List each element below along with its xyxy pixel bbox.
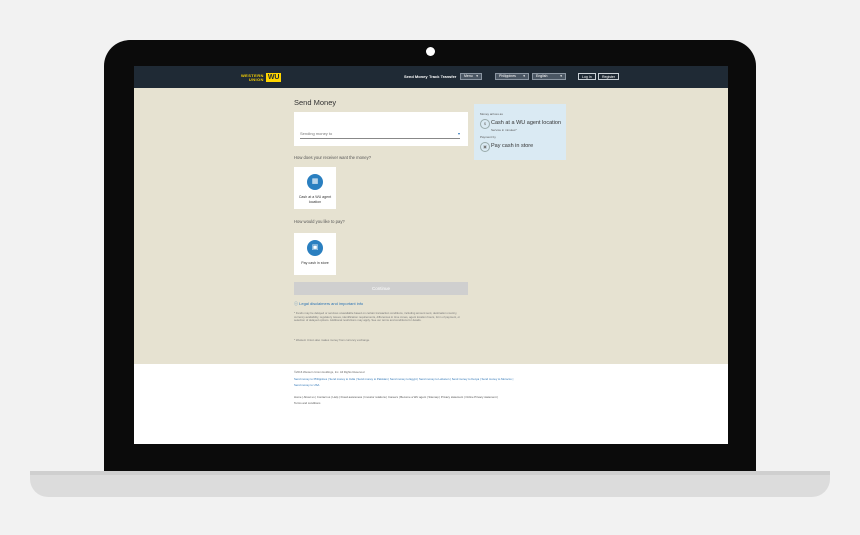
disclaimer-text: * Funds may be delayed or services unava… [294,311,461,323]
language-select[interactable]: English ▾ [532,73,566,80]
logo-line2: UNION [248,76,264,82]
receive-question: How does your receiver want the money? [294,155,372,160]
destination-card [294,112,468,146]
sending-money-to-select[interactable]: Sending money to ▾ [300,131,460,139]
cash-icon: $ [480,119,490,129]
payment-value: Pay cash in store [491,143,534,149]
country-select[interactable]: Philippines ▾ [495,73,529,80]
payment-label: Payment by [480,135,496,139]
caret-down-icon: ▾ [457,131,460,136]
legal-disclaimers-link[interactable]: ⓘ Legal disclaimers and important info [294,301,363,307]
pay-question: How would you like to pay? [294,219,345,224]
info-icon: ⓘ [294,301,298,306]
footer-site-links[interactable]: Home | About us | Contact us | Help | Fr… [294,395,594,400]
caret-down-icon: ▾ [523,74,525,78]
store-icon: ▣ [307,240,323,256]
caret-down-icon: ▾ [476,74,478,78]
menu-label: Menu [464,74,473,78]
footer-usa-link[interactable]: Send money to USA [294,383,319,388]
register-button[interactable]: Register [598,73,620,80]
arrives-value: Cash at a WU agent location [491,120,562,126]
laptop-base-edge [30,471,830,475]
receive-option-label: Cash at a WU agent location [298,195,332,204]
money-arrives-label: Money arrives as [480,112,503,116]
page-title: Send Money [294,98,337,107]
nav-send-money[interactable]: Send Money [404,74,428,79]
login-button[interactable]: Log In [578,73,596,80]
cash-icon: ▦ [307,174,323,190]
top-navigation-bar: WESTERN UNION WU Send Money Track Transf… [134,66,728,88]
pay-option-label: Pay cash in store [301,261,329,265]
legal-link-label: Legal disclaimers and important info [299,301,364,306]
menu-button[interactable]: Menu ▾ [460,73,482,80]
caret-down-icon: ▾ [560,74,562,78]
screen: WESTERN UNION WU Send Money Track Transf… [134,66,728,444]
country-value: Philippines [499,74,516,78]
nav-track-transfer[interactable]: Track Transfer [429,74,456,79]
webcam-icon [426,47,435,56]
service-note: Service in minutes* [491,128,517,132]
store-icon: ▣ [480,142,490,152]
sending-placeholder: Sending money to [300,131,333,136]
currency-disclaimer: * Western Union also makes money from cu… [294,338,370,342]
copyright: ©2016 Western Union Holdings, Inc. All R… [294,370,365,374]
language-value: English [536,74,548,78]
western-union-logo[interactable]: WESTERN UNION WU [241,73,282,82]
terms-link[interactable]: Terms and conditions [294,401,320,406]
continue-button[interactable]: Continue [294,282,468,295]
logo-mark: WU [265,73,282,82]
footer-country-links[interactable]: Send money to Philippines | Send money t… [294,377,594,382]
